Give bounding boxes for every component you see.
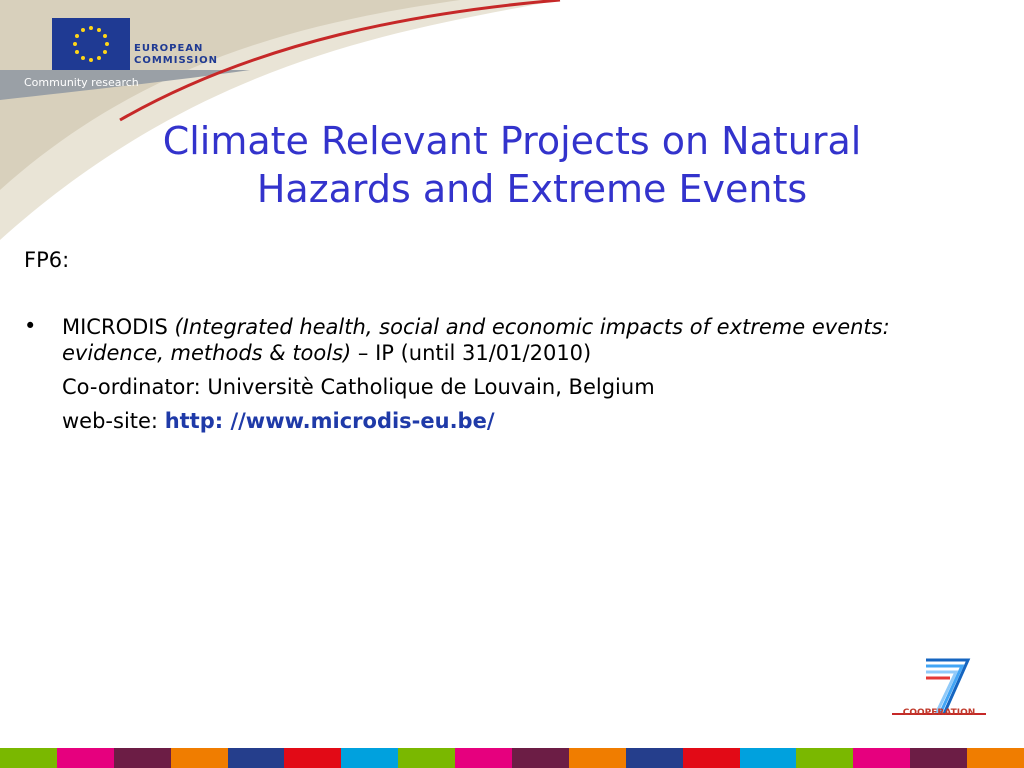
stripe-segment <box>512 748 569 768</box>
stripe-segment <box>170 748 228 768</box>
stripe-segment <box>284 748 342 768</box>
eu-line2: COMMISSION <box>134 55 219 66</box>
stripe-segment <box>398 748 456 768</box>
stripe-segment <box>796 748 854 768</box>
project-name: MICRODIS <box>62 315 168 339</box>
project-entry: • MICRODIS (Integrated health, social an… <box>24 314 974 434</box>
stripe-segment <box>455 748 513 768</box>
stripe-segment <box>568 748 626 768</box>
title-line-2: Hazards and Extreme Events <box>256 167 808 211</box>
footer-color-stripe <box>0 748 1024 768</box>
website-label: web-site: <box>62 409 165 433</box>
project-website: web-site: http: //www.microdis-eu.be/ <box>24 408 974 434</box>
program-label: FP6: <box>24 248 70 272</box>
cooperation-badge: COOPERATION <box>902 708 976 718</box>
stripe-segment <box>967 748 1024 768</box>
stripe-segment <box>0 748 57 768</box>
bullet-icon: • <box>24 314 37 338</box>
title-line-1: Climate Relevant Projects on Natural <box>162 119 862 163</box>
community-research-label: Community research <box>24 76 139 89</box>
slide-title: Climate Relevant Projects on Natural Haz… <box>60 117 964 213</box>
stripe-segment <box>910 748 968 768</box>
eu-flag-logo <box>52 18 130 70</box>
project-type: – IP (until 31/01/2010) <box>351 341 592 365</box>
stripe-segment <box>739 748 797 768</box>
project-text: MICRODIS (Integrated health, social and … <box>62 314 974 366</box>
stripe-segment <box>227 748 285 768</box>
stripe-segment <box>113 748 171 768</box>
stripe-segment <box>682 748 740 768</box>
eu-commission-label: EUROPEAN COMMISSION <box>134 43 218 67</box>
stripe-segment <box>625 748 683 768</box>
website-link[interactable]: http: //www.microdis-eu.be/ <box>165 409 495 433</box>
stripe-segment <box>341 748 399 768</box>
eu-line1: EUROPEAN <box>134 43 204 54</box>
stripe-segment <box>853 748 911 768</box>
stripe-segment <box>56 748 114 768</box>
project-coordinator: Co-ordinator: Universitè Catholique de L… <box>62 375 655 399</box>
